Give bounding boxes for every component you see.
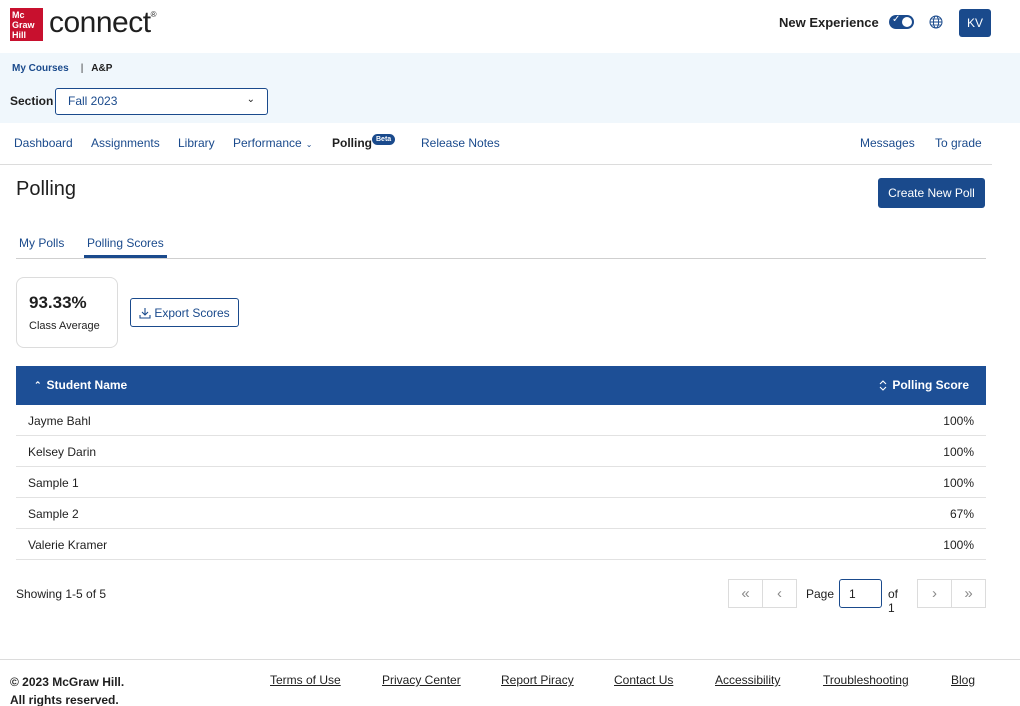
page-total-label: of 1	[888, 587, 899, 615]
double-chevron-left-icon: «	[741, 585, 750, 602]
showing-count: Showing 1-5 of 5	[16, 587, 107, 601]
top-header: Mc Graw Hill connect® New Experience ✓ K…	[0, 0, 1020, 53]
avatar[interactable]: KV	[959, 9, 991, 37]
table-row: Jayme Bahl 100%	[16, 405, 986, 436]
tab-my-polls[interactable]: My Polls	[19, 236, 64, 250]
page-number-input[interactable]	[839, 579, 882, 608]
copyright-line: All rights reserved.	[10, 693, 119, 706]
section-label: Section	[10, 94, 54, 108]
table-row: Kelsey Darin 100%	[16, 436, 986, 467]
table-header: ⌃ Student Name Polling Score	[16, 366, 986, 405]
globe-icon[interactable]	[929, 15, 943, 29]
logo-line: Mc	[12, 10, 25, 20]
nav-performance[interactable]: Performance ⌄	[233, 136, 312, 150]
next-page-button[interactable]: ›	[917, 579, 952, 608]
class-average-value: 93.33%	[29, 293, 87, 312]
breadcrumb-separator: |	[80, 63, 84, 74]
student-name-cell: Kelsey Darin	[28, 445, 97, 459]
beta-badge: Beta	[372, 134, 396, 145]
chevron-down-icon: ⌄	[246, 94, 255, 105]
class-average-card: 93.33% Class Average	[16, 277, 118, 348]
chevron-down-icon: ⌄	[305, 140, 313, 149]
connect-wordmark: connect®	[49, 6, 157, 39]
nav-polling[interactable]: Polling	[332, 136, 372, 150]
sort-ascending-icon: ⌃	[34, 379, 42, 390]
footer-link-terms[interactable]: Terms of Use	[270, 673, 341, 687]
nav-library[interactable]: Library	[178, 136, 215, 150]
footer-link-accessibility[interactable]: Accessibility	[715, 673, 780, 687]
column-header-label: Student Name	[46, 378, 128, 392]
new-experience-label: New Experience	[779, 15, 879, 30]
breadcrumb-current: A&P	[91, 63, 113, 74]
tab-polling-scores[interactable]: Polling Scores	[84, 236, 167, 258]
nav-performance-label: Performance	[233, 136, 302, 150]
polling-score-cell: 100%	[943, 414, 974, 428]
breadcrumb: My Courses | A&P	[12, 63, 112, 74]
create-new-poll-button[interactable]: Create New Poll	[878, 178, 985, 208]
first-page-button[interactable]: «	[728, 579, 763, 608]
student-name-cell: Sample 1	[28, 476, 79, 490]
nav-dashboard[interactable]: Dashboard	[14, 136, 73, 150]
chevron-left-icon: ‹	[777, 585, 782, 602]
footer: © 2023 McGraw Hill. All rights reserved.…	[0, 659, 1020, 706]
page-label: Page	[806, 587, 835, 601]
table-row: Sample 2 67%	[16, 498, 986, 529]
footer-link-contact[interactable]: Contact Us	[614, 673, 673, 687]
mcgraw-hill-logo[interactable]: Mc Graw Hill	[10, 8, 43, 41]
student-name-cell: Jayme Bahl	[28, 414, 91, 428]
breadcrumb-my-courses[interactable]: My Courses	[12, 63, 69, 74]
check-icon: ✓	[892, 14, 901, 25]
export-scores-button[interactable]: Export Scores	[130, 298, 239, 327]
previous-page-button[interactable]: ‹	[762, 579, 797, 608]
double-chevron-right-icon: »	[964, 585, 973, 602]
export-scores-label: Export Scores	[154, 305, 230, 320]
footer-link-piracy[interactable]: Report Piracy	[501, 673, 574, 687]
copyright: © 2023 McGraw Hill. All rights reserved.	[10, 673, 124, 706]
main-nav: Dashboard Assignments Library Performanc…	[0, 123, 992, 165]
footer-link-privacy[interactable]: Privacy Center	[382, 673, 461, 687]
column-header-polling-score[interactable]: Polling Score	[879, 378, 969, 392]
polling-score-cell: 100%	[943, 476, 974, 490]
download-icon	[139, 307, 151, 319]
logo-line: Graw	[12, 20, 35, 30]
chevron-right-icon: ›	[932, 585, 937, 602]
course-context-bar: My Courses | A&P Section Fall 2023 ⌄	[0, 53, 1020, 123]
polling-score-cell: 67%	[949, 507, 974, 521]
nav-messages[interactable]: Messages	[860, 136, 915, 150]
sort-icon	[879, 379, 887, 391]
class-average-label: Class Average	[29, 320, 100, 332]
nav-to-grade[interactable]: To grade	[935, 136, 982, 150]
nav-release-notes[interactable]: Release Notes	[421, 136, 500, 150]
section-selected-value: Fall 2023	[68, 94, 118, 108]
polling-score-cell: 100%	[943, 538, 974, 552]
polling-score-cell: 100%	[943, 445, 974, 459]
footer-link-blog[interactable]: Blog	[951, 673, 975, 687]
toggle-knob	[902, 17, 912, 27]
product-name: connect	[49, 6, 151, 39]
scores-table: ⌃ Student Name Polling Score Jayme Bahl …	[16, 366, 986, 560]
last-page-button[interactable]: »	[951, 579, 986, 608]
table-row: Sample 1 100%	[16, 467, 986, 498]
student-name-cell: Valerie Kramer	[28, 538, 108, 552]
student-name-cell: Sample 2	[28, 507, 79, 521]
polling-tabs: My Polls Polling Scores	[16, 228, 986, 259]
footer-link-troubleshooting[interactable]: Troubleshooting	[823, 673, 909, 687]
logo-line: Hill	[12, 30, 27, 40]
section-select[interactable]: Fall 2023 ⌄	[55, 88, 268, 115]
new-experience-toggle[interactable]: ✓	[889, 14, 914, 29]
copyright-line: © 2023 McGraw Hill.	[10, 675, 125, 689]
table-row: Valerie Kramer 100%	[16, 529, 986, 560]
nav-assignments[interactable]: Assignments	[91, 136, 160, 150]
column-header-student-name[interactable]: ⌃ Student Name	[34, 378, 127, 392]
page-title: Polling	[16, 178, 77, 200]
column-header-label: Polling Score	[892, 378, 969, 392]
